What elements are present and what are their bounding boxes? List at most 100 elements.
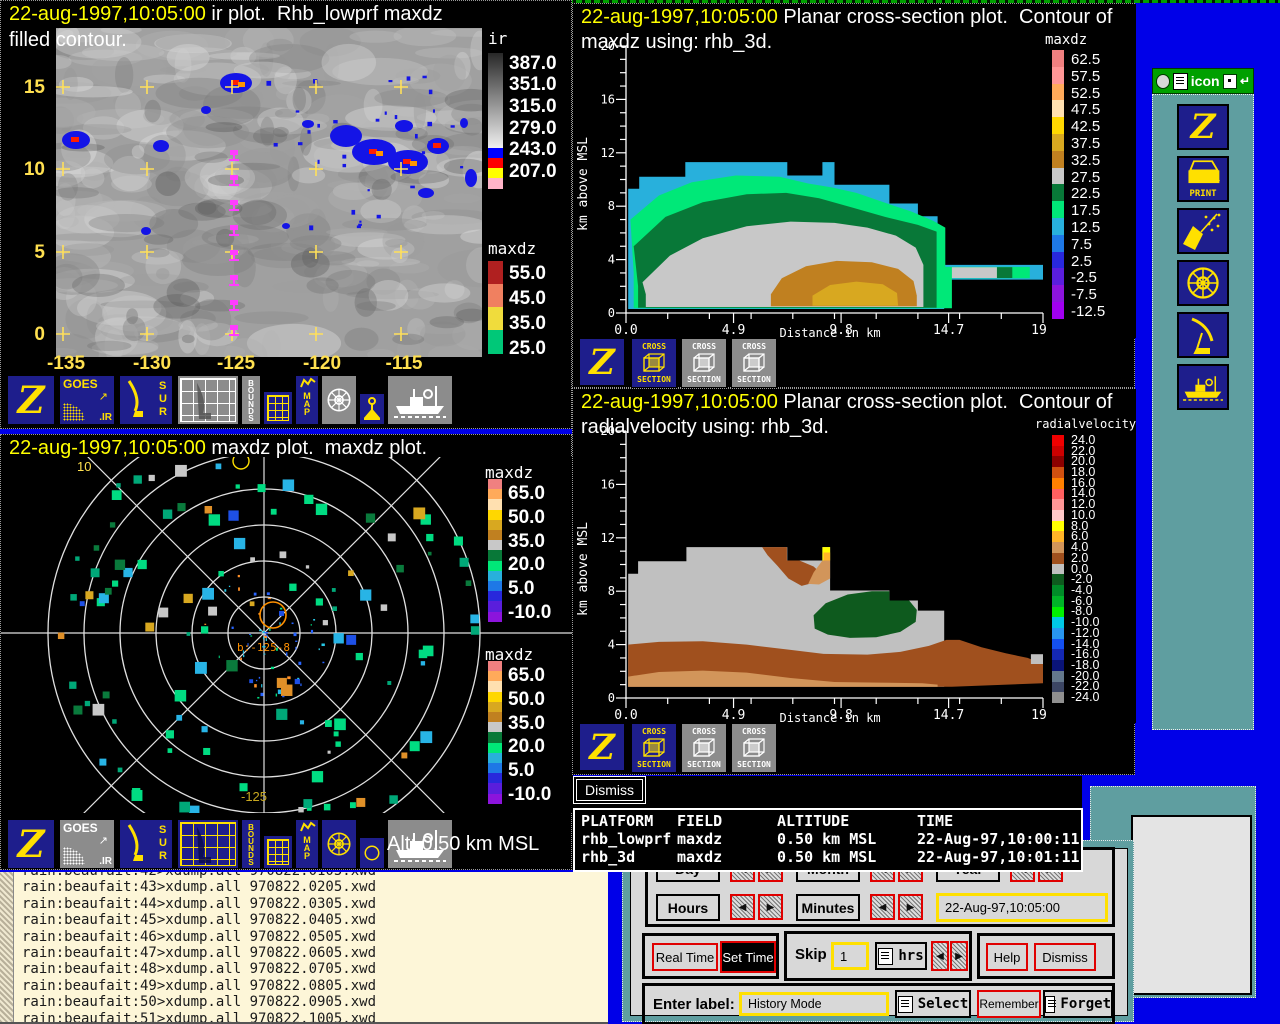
minutes-button[interactable]: Minutes — [796, 894, 860, 921]
x-tick-label: 19 — [1031, 323, 1047, 338]
y-axis-title: km above MSL — [576, 137, 591, 231]
time-dismiss-button[interactable]: Dismiss — [1034, 943, 1096, 971]
radar-echo — [80, 601, 85, 606]
radar-echo — [401, 752, 407, 758]
ir-x-tick-label: -125 — [213, 353, 259, 375]
overlays-icon[interactable] — [1177, 260, 1229, 306]
xsec-colorbar-segment — [1052, 542, 1064, 553]
radar-echo — [366, 513, 375, 522]
ir-colorbar-value: 279.0 — [509, 118, 557, 140]
forget-button[interactable]: Forget — [1043, 990, 1113, 1018]
print-icon[interactable]: PRINT — [1177, 156, 1229, 202]
ppi-colorbar-segment — [488, 520, 502, 531]
select-button[interactable]: Select — [895, 990, 971, 1018]
radar-echo — [110, 522, 115, 527]
radar-echo — [175, 465, 187, 477]
ppi-colorbar-segment — [488, 753, 502, 764]
label-frame: Enter label: History Mode Select Remembe… — [642, 983, 1115, 1024]
radar-echo — [99, 593, 109, 603]
set-time-button[interactable]: Set Time — [720, 941, 776, 973]
xsec-colorbar-segment — [1052, 67, 1064, 84]
goes-ir-icon[interactable]: GOES .IR ↗ — [59, 819, 115, 869]
contour-region — [1031, 654, 1043, 664]
help-button[interactable]: Help — [986, 943, 1028, 971]
zebra-icon[interactable]: Z — [7, 375, 55, 425]
real-time-button[interactable]: Real Time — [652, 943, 718, 971]
radar-echo — [471, 626, 480, 635]
cross-section-icon[interactable]: CROSS SECTION — [631, 723, 677, 773]
radar-antenna-icon[interactable] — [1177, 312, 1229, 358]
xsec-colorbar-value: 47.5 — [1071, 101, 1100, 118]
minutes-back-button[interactable]: ◀ — [870, 894, 895, 920]
surveillance-icon[interactable]: S U R — [119, 375, 173, 425]
terminal-window[interactable]: rain:beaufait:42>xdump.all 970822.0105.x… — [0, 872, 608, 1024]
map-icon[interactable]: MAP — [295, 819, 319, 869]
zebra-icon[interactable]: Z — [1177, 104, 1229, 150]
notes-panel-page[interactable] — [1131, 815, 1252, 995]
grid-icon[interactable] — [263, 835, 293, 869]
radar-echo — [177, 503, 185, 511]
ship-icon[interactable] — [1177, 364, 1229, 410]
skip-value-field[interactable]: 1 — [831, 942, 869, 970]
skip-forward-button[interactable]: ▶ — [950, 941, 968, 971]
maxdz-colorbar-title: maxdz — [488, 239, 536, 258]
radar-echo — [460, 558, 469, 567]
spray-paint-icon[interactable] — [1177, 208, 1229, 254]
contour-region — [952, 267, 997, 278]
xsec-colorbar-segment — [1052, 660, 1064, 671]
ppi-colorbar-segment — [488, 712, 502, 723]
window-iconify-icon[interactable]: ↵ — [1240, 74, 1250, 88]
overlay-dismiss-button[interactable]: Dismiss — [576, 779, 643, 801]
window-menu-circle-icon[interactable] — [1156, 74, 1170, 89]
ship-icon[interactable] — [387, 375, 453, 425]
cross-section-icon[interactable]: CROSS SECTION — [631, 338, 677, 388]
buoy-icon[interactable] — [359, 393, 385, 425]
remember-button[interactable]: Remember — [977, 990, 1041, 1018]
cross-section-icon[interactable]: CROSS SECTION — [681, 723, 727, 773]
skip-back-button[interactable]: ◀ — [931, 941, 949, 971]
goes-ir-icon[interactable]: GOES .IR ↗ — [59, 375, 115, 425]
map-icon[interactable]: MAP — [295, 375, 319, 425]
radar-echo — [396, 565, 404, 573]
skip-units-button[interactable]: hrs — [875, 942, 927, 970]
window-list-icon[interactable] — [1173, 73, 1187, 90]
surveillance-icon[interactable]: S U R — [119, 819, 173, 869]
radar-echo — [332, 588, 336, 592]
terminal-scrollbar[interactable] — [0, 872, 14, 1022]
zebra-icon[interactable]: Z — [7, 819, 55, 869]
radar-echo — [356, 798, 365, 807]
overlay-wheel-icon[interactable] — [321, 819, 357, 869]
minutes-forward-button[interactable]: ▶ — [898, 894, 923, 920]
cross-section-icon[interactable]: CROSS SECTION — [731, 338, 777, 388]
radar-grid-icon[interactable] — [177, 819, 239, 869]
cross-section-icon[interactable]: CROSS SECTION — [731, 723, 777, 773]
icon-window-titlebar[interactable]: icon ↵ — [1152, 68, 1254, 94]
hours-forward-button[interactable]: ▶ — [758, 894, 783, 920]
hours-button[interactable]: Hours — [656, 894, 720, 921]
time-value-field[interactable]: 22-Aug-97,10:05:00 — [936, 893, 1108, 922]
radar-echo — [426, 534, 433, 541]
cross-section-icon[interactable]: CROSS SECTION — [681, 338, 727, 388]
radar-echo — [250, 601, 255, 606]
radar-echo — [94, 545, 100, 551]
bounds-icon[interactable]: BOUNDS — [241, 375, 261, 425]
label-value-field[interactable]: History Mode — [739, 992, 889, 1016]
radar-echo — [346, 635, 356, 645]
window-dot-icon[interactable] — [1223, 74, 1237, 89]
radar-grid-icon[interactable] — [177, 375, 239, 425]
overlay-wheel-icon[interactable] — [321, 375, 357, 425]
circle-icon[interactable] — [359, 837, 385, 869]
ir-colorbar-title: ir — [488, 29, 507, 48]
bounds-icon[interactable]: BOUNDS — [241, 819, 261, 869]
hours-back-button[interactable]: ◀ — [730, 894, 755, 920]
xsec-colorbar-segment — [1052, 151, 1064, 168]
terminal-line: rain:beaufait:49>xdump.all 970822.0805.x… — [22, 978, 602, 994]
radar-echo — [208, 607, 217, 616]
zebra-icon[interactable]: Z — [579, 338, 625, 386]
ppi-altitude-label: Alt: 0.50 km MSL — [387, 833, 539, 856]
ir-satellite-canvas[interactable] — [56, 28, 482, 357]
radar-echo — [93, 704, 105, 716]
zebra-icon[interactable]: Z — [579, 723, 625, 771]
grid-icon[interactable] — [263, 391, 293, 425]
xsec-colorbar-segment — [1052, 184, 1064, 201]
